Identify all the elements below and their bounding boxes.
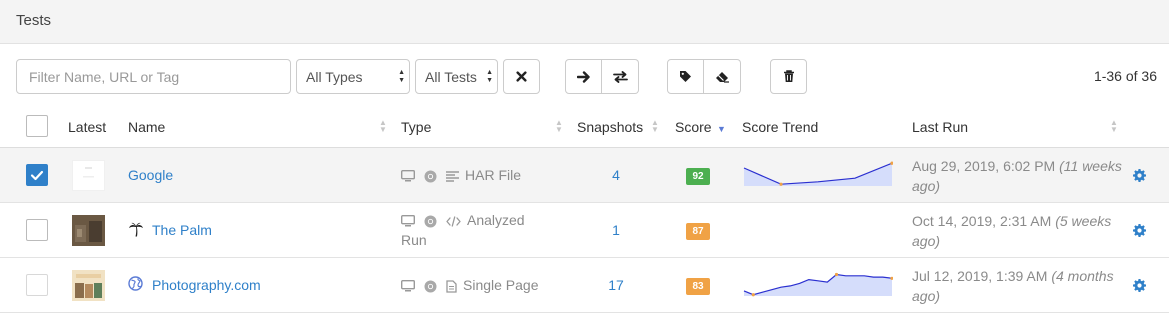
run-button[interactable]	[565, 59, 602, 94]
last-run-date: Oct 14, 2019, 2:31 AM	[912, 213, 1052, 229]
last-run-date: Jul 12, 2019, 1:39 AM	[912, 268, 1048, 284]
snapshots-count-link[interactable]: 1	[596, 222, 636, 238]
snapshots-count-link[interactable]: 4	[596, 167, 636, 183]
trend-point	[779, 182, 783, 186]
type-select-value: All Types	[306, 68, 363, 85]
latest-snapshot-thumbnail[interactable]	[72, 215, 105, 246]
score-badge: 87	[686, 223, 710, 240]
table-header: Latest Name ▲ ▼ Type ▲ ▼ Snapshots ▲ ▼ Scor…	[0, 106, 1169, 148]
chrome-icon	[424, 215, 437, 227]
chrome-icon	[424, 280, 437, 292]
gear-icon[interactable]	[1133, 169, 1146, 182]
gear-icon[interactable]	[1133, 224, 1146, 237]
desktop-icon	[401, 280, 415, 292]
trash-icon	[783, 70, 794, 82]
type-cell: HAR File	[401, 165, 541, 185]
type-label: Single Page	[463, 277, 539, 293]
type-cell: Single Page	[401, 275, 541, 295]
page-header: Tests	[0, 0, 1169, 44]
tag-button[interactable]	[667, 59, 704, 94]
column-latest: Latest	[68, 119, 107, 135]
sort-desc-icon[interactable]: ▼	[717, 124, 726, 134]
table-row[interactable]: Google HAR File 4 92 Aug 29, 2019, 6:02 …	[0, 148, 1169, 203]
last-run-cell: Aug 29, 2019, 6:02 PM (11 weeks ago)	[912, 156, 1122, 196]
snapshots-count-link[interactable]: 17	[596, 277, 636, 293]
close-icon	[516, 71, 527, 82]
type-select[interactable]: All Types ▲ ▼	[296, 59, 410, 94]
tests-select[interactable]: All Tests ▲ ▼	[415, 59, 498, 94]
column-type[interactable]: Type	[401, 119, 431, 135]
eraser-icon	[715, 71, 729, 83]
desktop-icon	[401, 170, 415, 182]
row-checkbox[interactable]	[26, 219, 48, 241]
table-row[interactable]: The Palm Analyzed Run 1 87 Oct 14, 2019,…	[0, 203, 1169, 258]
row-checkbox[interactable]	[26, 164, 48, 186]
select-all-checkbox[interactable]	[26, 115, 48, 137]
column-score-trend: Score Trend	[742, 119, 819, 135]
sort-arrows-icon[interactable]: ▲ ▼	[379, 119, 387, 134]
filter-input[interactable]	[16, 59, 291, 94]
list-icon	[446, 170, 459, 182]
test-name-link[interactable]: The Palm	[152, 222, 212, 238]
column-score[interactable]: Score	[675, 119, 712, 135]
checkmark-icon	[30, 170, 44, 181]
column-snapshots[interactable]: Snapshots	[577, 119, 643, 135]
results-count: 1-36 of 36	[1093, 68, 1157, 84]
trend-area	[744, 163, 892, 186]
test-name-link[interactable]: Google	[128, 167, 173, 183]
last-run-cell: Jul 12, 2019, 1:39 AM (4 months ago)	[912, 266, 1122, 306]
last-run-date: Aug 29, 2019, 6:02 PM	[912, 158, 1056, 174]
palm-tree-icon	[129, 222, 143, 237]
type-cell: Analyzed Run	[401, 210, 541, 250]
score-trend-sparkline	[743, 272, 893, 297]
globe-icon	[128, 276, 143, 291]
latest-snapshot-thumbnail[interactable]	[72, 270, 105, 301]
gear-icon[interactable]	[1133, 279, 1146, 292]
score-badge: 83	[686, 278, 710, 295]
select-arrows-icon: ▲ ▼	[486, 69, 493, 84]
chrome-icon	[424, 170, 437, 182]
last-run-cell: Oct 14, 2019, 2:31 AM (5 weeks ago)	[912, 211, 1122, 251]
sort-arrows-icon[interactable]: ▲ ▼	[1110, 119, 1118, 134]
compare-button[interactable]	[602, 59, 639, 94]
tests-select-value: All Tests	[425, 68, 477, 85]
column-name[interactable]: Name	[128, 119, 165, 135]
type-label: HAR File	[465, 167, 522, 183]
exchange-icon	[612, 70, 628, 83]
code-icon	[446, 215, 461, 227]
toolbar: All Types ▲▼ All Tests ▲▼ 1-36 of 36	[0, 44, 1169, 106]
trend-point	[751, 293, 755, 297]
page-title: Tests	[16, 12, 52, 29]
latest-snapshot-thumbnail[interactable]	[72, 160, 105, 191]
delete-button[interactable]	[770, 59, 807, 94]
select-arrows-icon: ▲ ▼	[398, 69, 405, 84]
row-checkbox[interactable]	[26, 274, 48, 296]
desktop-icon	[401, 215, 415, 227]
table-row[interactable]: Photography.com Single Page 17 83 Jul 12…	[0, 258, 1169, 313]
clear-tags-button[interactable]	[704, 59, 741, 94]
score-trend-sparkline	[743, 161, 893, 186]
sort-arrows-icon[interactable]: ▲ ▼	[555, 119, 563, 134]
test-name-link[interactable]: Photography.com	[152, 277, 261, 293]
clear-filter-button[interactable]	[503, 59, 540, 94]
score-badge: 92	[686, 168, 710, 185]
trend-area	[744, 274, 892, 296]
document-icon	[446, 279, 457, 293]
trend-point	[834, 272, 839, 277]
sort-arrows-icon[interactable]: ▲ ▼	[651, 119, 659, 134]
arrow-right-icon	[576, 70, 590, 83]
tag-icon	[680, 71, 691, 82]
column-last-run[interactable]: Last Run	[912, 119, 968, 135]
